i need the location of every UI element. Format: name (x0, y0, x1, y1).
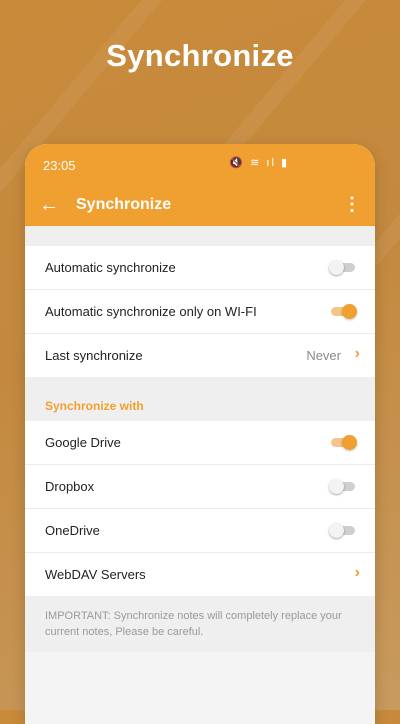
auto-sync-wifi-row[interactable]: Automatic synchronize only on WI-FI (25, 290, 375, 334)
onedrive-label: OneDrive (45, 523, 100, 538)
auto-sync-wifi-toggle[interactable] (329, 304, 357, 319)
last-sync-row[interactable]: Last synchronize Never › (25, 334, 375, 377)
toolbar-title: Synchronize (76, 196, 172, 213)
sync-with-header: Synchronize with (25, 377, 375, 421)
phone-screen: 23:05 🔇 ≋ ıl ▮ ← Synchronize ⋮ Automatic… (25, 144, 375, 724)
webdav-label: WebDAV Servers (45, 567, 146, 582)
dropbox-row[interactable]: Dropbox (25, 465, 375, 509)
onedrive-row[interactable]: OneDrive (25, 509, 375, 553)
auto-sync-label: Automatic synchronize (45, 260, 176, 275)
status-bar: 23:05 🔇 ≋ ıl ▮ (25, 144, 375, 186)
google-drive-row[interactable]: Google Drive (25, 421, 375, 465)
chevron-right-icon: › (354, 345, 360, 362)
important-note: IMPORTANT: Synchronize notes will comple… (25, 596, 375, 652)
last-sync-value: Never (306, 348, 341, 363)
arrow-left-icon[interactable]: ← (39, 194, 59, 217)
status-icons: 🔇 ≋ ıl ▮ (229, 157, 289, 169)
auto-sync-row[interactable]: Automatic synchronize (25, 246, 375, 290)
auto-sync-toggle[interactable] (329, 260, 357, 275)
section-spacer (25, 226, 375, 246)
chevron-right-icon: › (354, 564, 360, 581)
last-sync-label: Last synchronize (45, 348, 143, 363)
google-drive-label: Google Drive (45, 435, 121, 450)
auto-sync-wifi-label: Automatic synchronize only on WI-FI (45, 304, 257, 319)
sync-with-header-label: Synchronize with (45, 399, 144, 413)
dropbox-label: Dropbox (45, 479, 95, 494)
hero-title: Synchronize (106, 38, 294, 73)
status-time: 23:05 (43, 158, 76, 173)
onedrive-toggle[interactable] (329, 523, 357, 538)
more-vertical-icon[interactable]: ⋮ (343, 194, 361, 215)
webdav-row[interactable]: WebDAV Servers › (25, 553, 375, 596)
app-toolbar: ← Synchronize ⋮ (25, 186, 375, 226)
dropbox-toggle[interactable] (329, 479, 357, 494)
google-drive-toggle[interactable] (329, 435, 357, 450)
